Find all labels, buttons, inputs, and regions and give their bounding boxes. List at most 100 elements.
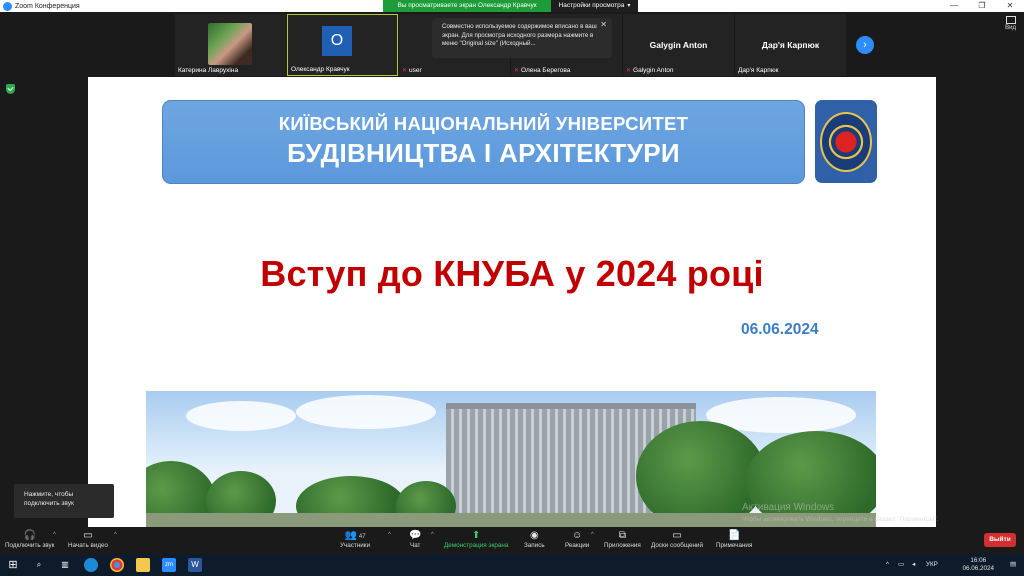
zoom-app-icon (3, 1, 12, 11)
apps-icon: ⧉ (618, 530, 626, 541)
participants-label: Участники (340, 542, 371, 549)
clock-time: 16:06 (970, 557, 987, 564)
participant-tile[interactable]: Дар'я Карпюк Дар'я Карпюк (735, 14, 846, 76)
apps-button[interactable]: ⧉ Приложения (604, 529, 641, 549)
leave-meeting-button[interactable]: Выйти (984, 533, 1016, 547)
participants-button[interactable]: 👥 47 Участники (340, 529, 370, 549)
file-explorer-icon[interactable] (136, 558, 150, 572)
shared-screen-slide: КИЇВСЬКИЙ НАЦІОНАЛЬНИЙ УНІВЕРСИТЕТ БУДІВ… (88, 77, 936, 527)
slide-date: 06.06.2024 (741, 321, 819, 338)
apps-label: Приложения (604, 542, 641, 549)
banner-line-1: КИЇВСЬКИЙ НАЦІОНАЛЬНИЙ УНІВЕРСИТЕТ (278, 113, 689, 134)
notes-button[interactable]: 📄 Примечания (716, 529, 752, 549)
word-icon[interactable]: W (188, 558, 202, 572)
next-page-arrow-icon[interactable]: › (856, 36, 874, 54)
search-icon[interactable]: ⌕ (32, 558, 46, 572)
share-status-label: Вы просматриваете экран Олександр Кравчу… (383, 0, 551, 12)
chat-label: Чат (410, 542, 421, 549)
share-screen-icon: ⬆ (471, 530, 481, 541)
participant-name: Олександр Кравчук (291, 66, 350, 73)
whiteboard-icon: ▭ (672, 530, 682, 541)
windows-start-icon[interactable]: ⊞ (6, 558, 20, 572)
maximize-button[interactable]: ❐ (968, 0, 996, 12)
grid-view-icon (1005, 16, 1016, 24)
reactions-label: Реакции (565, 542, 590, 549)
language-indicator[interactable]: УКР (926, 561, 938, 568)
view-button[interactable]: Вид (1005, 16, 1016, 31)
mic-muted-icon: ✕ (514, 68, 520, 74)
participant-name: Олена Берегова (521, 67, 571, 74)
audio-label: Подключить звук (5, 542, 55, 549)
record-button[interactable]: ◉ Запись (524, 529, 545, 549)
university-seal-icon (820, 111, 872, 172)
video-button[interactable]: ▭ Начать видео (68, 529, 108, 549)
university-emblem-logo (815, 100, 877, 183)
reactions-caret-icon[interactable]: ^ (591, 532, 594, 538)
record-icon: ◉ (529, 530, 539, 541)
view-label: Вид (1005, 25, 1016, 31)
zoom-taskbar-icon[interactable]: zm (162, 558, 176, 572)
minimize-button[interactable]: — (940, 0, 968, 12)
participant-photo (208, 23, 252, 65)
participants-caret-icon[interactable]: ^ (388, 532, 391, 538)
window-title: Zoom Конференция (15, 2, 80, 10)
tray-chevron-up-icon[interactable]: ^ (886, 561, 889, 568)
meeting-toolbar: 🎧 Подключить звук ^ ▭ Начать видео ^ 👥 47… (0, 527, 1024, 554)
participant-name: Galygin Anton (633, 67, 674, 74)
chat-button[interactable]: 💬 Чат (409, 529, 421, 549)
share-status-bar: Вы просматриваете экран Олександр Кравчу… (383, 0, 638, 12)
whiteboards-label: Доски сообщений (651, 542, 703, 549)
taskbar-clock[interactable]: 16:06 06.06.2024 (962, 557, 994, 573)
audio-options-caret-icon[interactable]: ^ (53, 532, 56, 538)
participant-name-row: ✕ user (402, 67, 422, 74)
windows-activation-watermark: Активация Windows Чтобы активировать Win… (742, 502, 938, 526)
whiteboards-button[interactable]: ▭ Доски сообщений (651, 529, 703, 549)
chevron-down-icon: ▾ (627, 3, 631, 9)
participant-tile[interactable]: Galygin Anton ✕ Galygin Anton (623, 14, 734, 76)
reactions-icon: ☺ (572, 530, 583, 541)
banner-line-2: БУДІВНИЦТВА І АРХІТЕКТУРИ (287, 138, 680, 168)
unmute-tooltip: Нажмите, чтобы подключить звук (14, 484, 114, 518)
network-icon[interactable]: ▭ (898, 561, 904, 568)
video-label: Начать видео (68, 542, 109, 549)
watermark-title: Активация Windows (742, 502, 835, 513)
close-button[interactable]: ✕ (996, 0, 1024, 12)
participant-name: Дар'я Карпюк (738, 67, 779, 74)
view-options-label: Настройки просмотра (558, 2, 625, 9)
video-options-caret-icon[interactable]: ^ (114, 532, 117, 538)
share-screen-label: Демонстрация экрана (444, 542, 509, 549)
share-screen-button[interactable]: ⬆ Демонстрация экрана (444, 529, 508, 549)
tooltip-text: Совместно используемое содержимое вписан… (442, 23, 597, 47)
participant-tile[interactable]: Катерина Лаврухіна (175, 14, 286, 76)
edge-browser-icon[interactable] (84, 558, 98, 572)
participant-name-row: ✕ Galygin Anton (626, 67, 674, 74)
task-view-icon[interactable]: ▥ (58, 558, 72, 572)
notes-icon: 📄 (727, 530, 741, 541)
participant-tile-active[interactable]: O Олександр Кравчук (287, 14, 398, 76)
notes-label: Примечания (716, 542, 753, 549)
record-label: Запись (524, 542, 545, 549)
close-icon[interactable]: ✕ (600, 20, 607, 30)
participant-display-name: Дар'я Карпюк (761, 40, 820, 50)
chat-caret-icon[interactable]: ^ (431, 532, 434, 538)
chrome-browser-icon[interactable] (110, 558, 124, 572)
university-banner: КИЇВСЬКИЙ НАЦІОНАЛЬНИЙ УНІВЕРСИТЕТ БУДІВ… (162, 100, 805, 184)
reactions-button[interactable]: ☺ Реакции (565, 529, 589, 549)
participant-name: user (409, 67, 422, 74)
view-options-button[interactable]: Настройки просмотра ▾ (551, 0, 638, 12)
participant-name: Катерина Лаврухіна (178, 67, 239, 74)
audio-button[interactable]: 🎧 Подключить звук (5, 529, 54, 549)
security-shield-icon[interactable] (6, 84, 15, 94)
mic-muted-icon: ✕ (402, 68, 408, 74)
participant-display-name: Galygin Anton (649, 40, 708, 50)
clock-date: 06.06.2024 (962, 565, 994, 572)
participant-name-row: ✕ Олена Берегова (514, 67, 570, 74)
mic-muted-icon: ✕ (626, 68, 632, 74)
window-controls: — ❐ ✕ (940, 0, 1024, 12)
system-tray: ^ ▭ ◂ УКР 16:06 06.06.2024 ▤ (884, 554, 1024, 576)
notification-icon[interactable]: ▤ (1010, 561, 1016, 568)
volume-icon[interactable]: ◂ (912, 561, 915, 568)
chat-icon: 💬 (409, 530, 422, 541)
headphones-icon: 🎧 (23, 530, 36, 541)
participant-avatar: O (322, 26, 352, 56)
